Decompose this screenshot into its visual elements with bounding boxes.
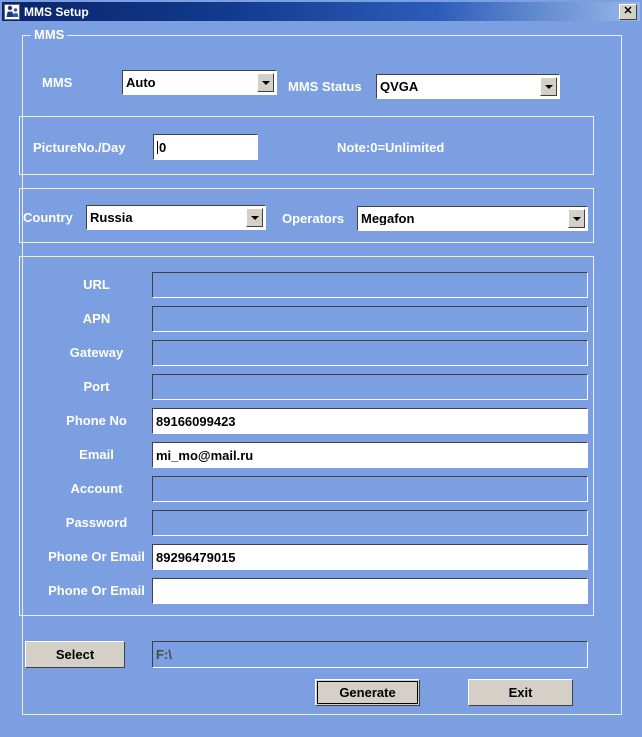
field-input bbox=[152, 476, 588, 502]
field-input[interactable]: mi_mo@mail.ru bbox=[152, 442, 588, 468]
title-bar: MMS Setup ✕ bbox=[2, 2, 640, 21]
country-value: Russia bbox=[90, 211, 133, 224]
chevron-down-icon[interactable] bbox=[257, 73, 274, 92]
mms-groupbox-legend: MMS bbox=[31, 28, 68, 42]
field-input bbox=[152, 510, 588, 536]
field-input bbox=[152, 374, 588, 400]
field-label: Gateway bbox=[69, 345, 124, 360]
mms-mode-value: Auto bbox=[126, 76, 156, 89]
field-input bbox=[152, 272, 588, 298]
generate-button[interactable]: Generate bbox=[315, 679, 420, 706]
select-button-label: Select bbox=[55, 647, 95, 662]
exit-button[interactable]: Exit bbox=[468, 679, 573, 706]
picture-per-day-note: Note:0=Unlimited bbox=[337, 140, 445, 155]
exit-button-label: Exit bbox=[508, 685, 533, 700]
country-label: Country bbox=[23, 210, 73, 225]
mms-status-label: MMS Status bbox=[288, 79, 362, 94]
select-button[interactable]: Select bbox=[25, 641, 125, 668]
output-path-input[interactable]: F:\ bbox=[152, 641, 588, 668]
field-label: APN bbox=[82, 311, 111, 326]
field-label: Port bbox=[83, 379, 110, 394]
operators-select[interactable]: Megafon bbox=[357, 206, 588, 231]
field-label: Phone Or Email bbox=[48, 549, 145, 564]
field-label: Email bbox=[79, 447, 114, 462]
mms-setup-window: MMS Setup ✕ MMS MMS Auto MMS Status QVGA… bbox=[0, 0, 642, 737]
mms-mode-select[interactable]: Auto bbox=[122, 70, 277, 95]
field-input[interactable]: 89166099423 bbox=[152, 408, 588, 434]
field-label: Account bbox=[70, 481, 123, 496]
window-body: MMS MMS Auto MMS Status QVGA PictureNo./… bbox=[2, 21, 640, 735]
field-label: Password bbox=[65, 515, 128, 530]
app-icon bbox=[4, 3, 20, 20]
close-icon[interactable]: ✕ bbox=[619, 3, 637, 20]
chevron-down-icon[interactable] bbox=[540, 77, 557, 96]
field-input[interactable]: 89296479015 bbox=[152, 544, 588, 570]
mms-status-value: QVGA bbox=[380, 80, 419, 93]
mms-label: MMS bbox=[42, 75, 73, 90]
window-title: MMS Setup bbox=[24, 4, 89, 19]
generate-button-label: Generate bbox=[339, 685, 396, 700]
mms-status-select[interactable]: QVGA bbox=[376, 74, 560, 99]
field-input[interactable] bbox=[152, 578, 588, 604]
picture-per-day-input[interactable]: 0 bbox=[153, 134, 258, 160]
field-label: Phone No bbox=[66, 413, 127, 428]
field-input bbox=[152, 306, 588, 332]
picture-per-day-label: PictureNo./Day bbox=[33, 140, 126, 155]
operators-label: Operators bbox=[282, 211, 345, 226]
field-label: Phone Or Email bbox=[48, 583, 145, 598]
field-input bbox=[152, 340, 588, 366]
country-select[interactable]: Russia bbox=[86, 205, 266, 230]
field-label: URL bbox=[83, 277, 110, 292]
operators-value: Megafon bbox=[361, 212, 415, 225]
chevron-down-icon[interactable] bbox=[568, 209, 585, 228]
chevron-down-icon[interactable] bbox=[246, 208, 263, 227]
